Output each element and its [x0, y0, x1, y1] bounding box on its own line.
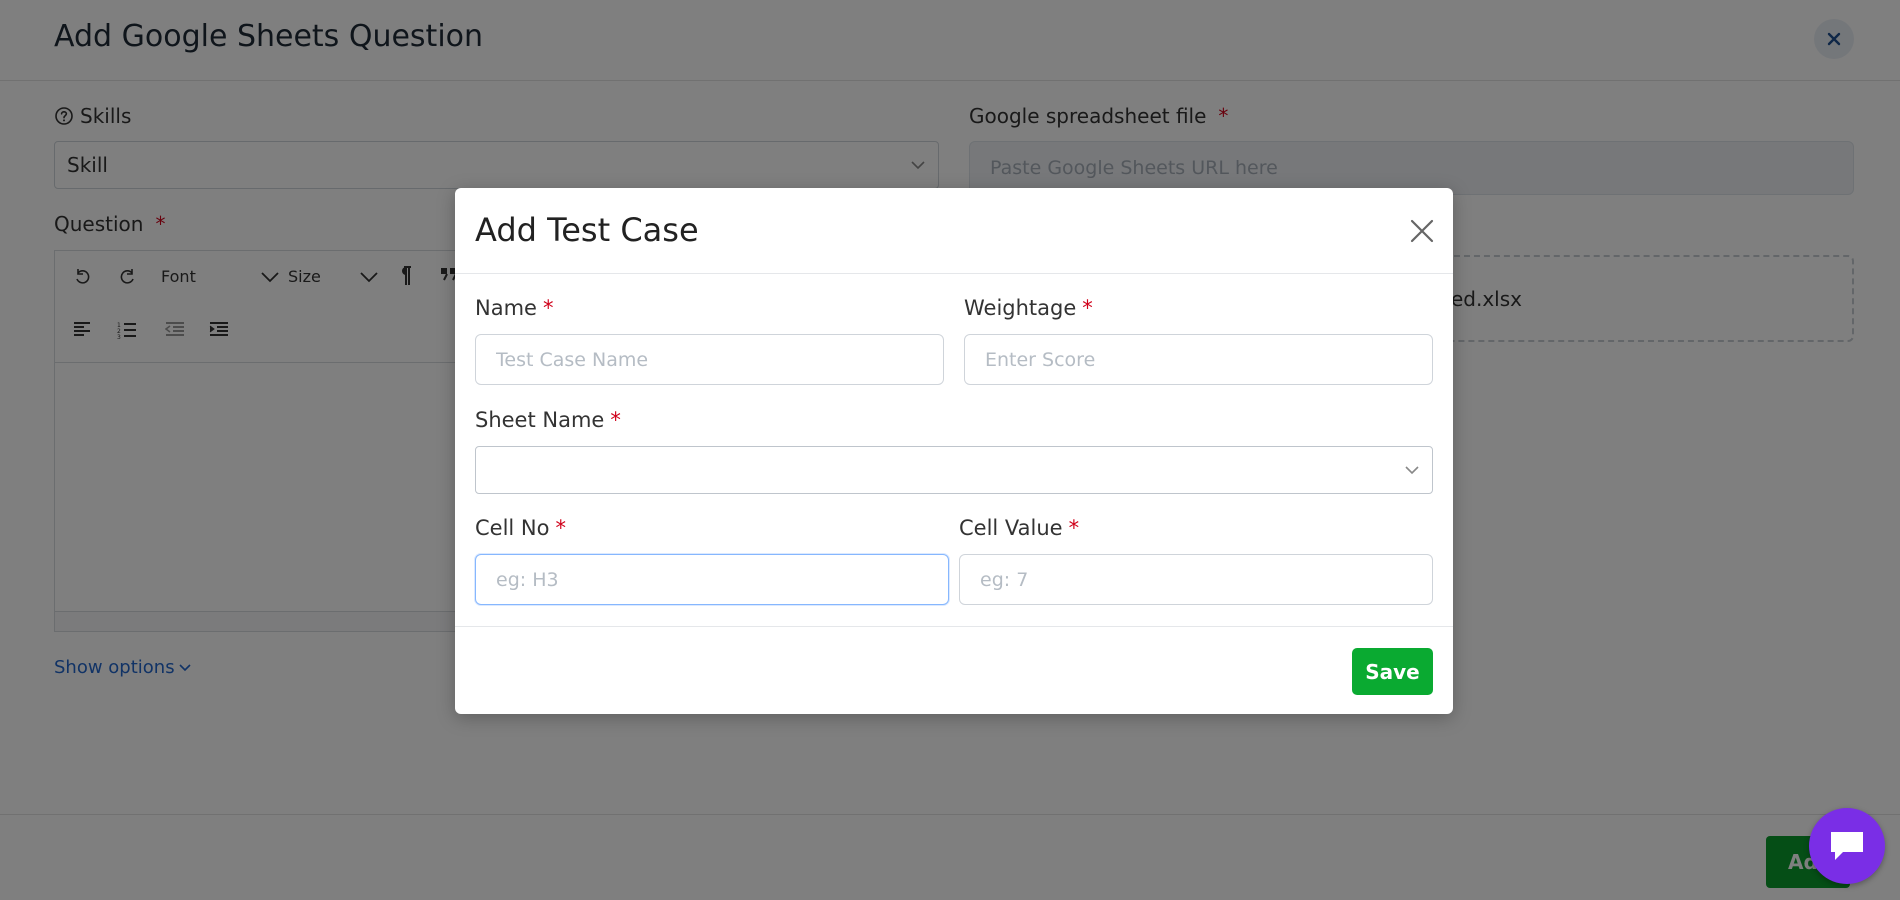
modal-header: Add Test Case [455, 188, 1453, 274]
modal-footer: Save [455, 626, 1453, 714]
chat-widget-button[interactable] [1809, 808, 1885, 884]
sheet-name-select[interactable] [475, 446, 1433, 494]
chat-icon [1831, 832, 1863, 860]
required-mark: * [542, 296, 554, 320]
close-icon [1410, 219, 1434, 243]
name-label: Name * [475, 296, 553, 320]
required-mark: * [1068, 516, 1080, 540]
cell-value-label-text: Cell Value [959, 516, 1063, 540]
cell-no-label-text: Cell No [475, 516, 550, 540]
name-label-text: Name [475, 296, 537, 320]
weightage-label-text: Weightage [964, 296, 1077, 320]
sheet-name-label: Sheet Name * [475, 408, 621, 432]
required-mark: * [610, 408, 621, 432]
cell-no-label: Cell No * [475, 516, 566, 540]
cell-no-input[interactable] [475, 554, 949, 605]
required-mark: * [555, 516, 566, 540]
chevron-down-icon [1405, 466, 1419, 475]
weightage-input[interactable] [964, 334, 1433, 385]
weightage-label: Weightage * [964, 296, 1093, 320]
cell-value-label: Cell Value * [959, 516, 1079, 540]
modal-title: Add Test Case [475, 211, 699, 249]
sheet-name-label-text: Sheet Name [475, 408, 605, 432]
required-mark: * [1082, 296, 1093, 320]
modal-close-button[interactable] [1407, 216, 1437, 246]
cell-value-input[interactable] [959, 554, 1433, 605]
save-button[interactable]: Save [1352, 648, 1433, 695]
test-case-name-input[interactable] [475, 334, 944, 385]
add-test-case-modal: Add Test Case Name* Weightage* Sheet Nam… [455, 188, 1453, 714]
